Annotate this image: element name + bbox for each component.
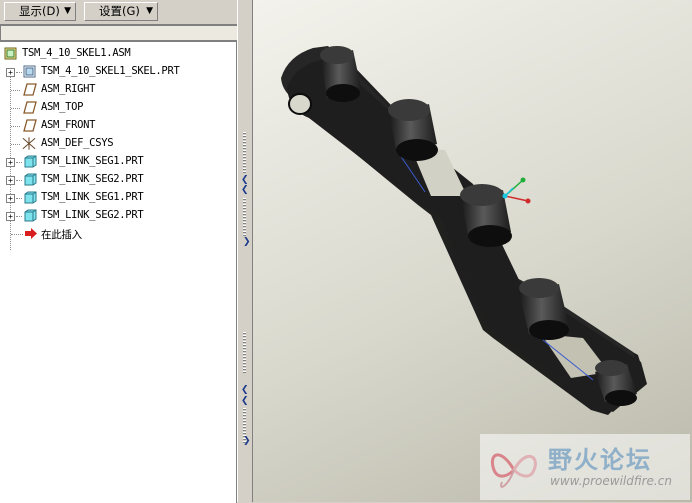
expand-icon[interactable]: + — [6, 212, 15, 221]
tree-connector — [11, 90, 20, 91]
tree-item-label: ASM_DEF_CSYS — [41, 137, 114, 149]
assembly-icon — [4, 47, 17, 60]
tree-item-label: ASM_TOP — [41, 101, 84, 113]
watermark: 野火论坛 www.proewildfire.cn — [480, 434, 690, 500]
tree-connector — [16, 72, 22, 73]
tree-item-label: ASM_RIGHT — [41, 83, 96, 95]
tree-item-link-seg2[interactable]: + TSM_LINK_SEG2.PRT — [0, 171, 236, 189]
datum-plane-icon — [23, 119, 37, 132]
chain-assembly-model — [281, 46, 647, 415]
tree-item-datum-top[interactable]: ASM_TOP — [0, 99, 236, 117]
tree-item-datum-front[interactable]: ASM_FRONT — [0, 117, 236, 135]
tree-item-label: TSM_LINK_SEG1.PRT — [41, 191, 144, 203]
show-menu-button[interactable]: 显示(D) ▼ — [4, 2, 76, 21]
watermark-title: 野火论坛 — [548, 446, 652, 474]
tree-connector — [11, 108, 20, 109]
tree-item-csys[interactable]: ASM_DEF_CSYS — [0, 135, 236, 153]
roller — [320, 46, 361, 102]
collapse-left-arrow-icon[interactable]: ❮ — [241, 186, 249, 195]
tree-connector — [16, 198, 22, 199]
model-tree[interactable]: TSM_4_10_SKEL1.ASM + TSM_4_10_SKEL1_SKEL… — [0, 41, 237, 503]
datum-plane-icon — [23, 83, 37, 96]
settings-menu-button[interactable]: 设置(G) ▼ — [84, 2, 158, 21]
chevron-down-icon: ▼ — [64, 6, 71, 16]
expand-icon[interactable]: + — [6, 194, 15, 203]
tree-item-label: TSM_LINK_SEG1.PRT — [41, 155, 144, 167]
splitter-grip[interactable] — [243, 198, 246, 236]
tree-item-label: TSM_4_10_SKEL1_SKEL.PRT — [41, 65, 180, 77]
part-icon — [24, 191, 37, 204]
tree-item-label: TSM_LINK_SEG2.PRT — [41, 173, 144, 185]
datum-plane-icon — [23, 101, 37, 114]
expand-icon[interactable]: + — [6, 68, 15, 77]
tree-item-link-seg2-b[interactable]: + TSM_LINK_SEG2.PRT — [0, 207, 236, 225]
tree-item-insert-here[interactable]: 在此插入 — [0, 225, 236, 243]
tree-item-label: 在此插入 — [41, 229, 82, 241]
tree-item-datum-right[interactable]: ASM_RIGHT — [0, 81, 236, 99]
tree-item-link-seg1[interactable]: + TSM_LINK_SEG1.PRT — [0, 153, 236, 171]
part-icon — [24, 155, 37, 168]
tree-connector — [16, 162, 22, 163]
tree-item-root-assembly[interactable]: TSM_4_10_SKEL1.ASM — [0, 45, 236, 63]
tree-connector — [16, 180, 22, 181]
tree-connector — [11, 234, 23, 235]
watermark-url: www.proewildfire.cn — [550, 474, 672, 488]
expand-right-arrow-icon[interactable]: ❯ — [243, 437, 251, 446]
panel-splitter[interactable]: ❮ ❮ ❯ ❮ ❮ ❯ — [237, 0, 253, 502]
collapse-left-arrow-icon[interactable]: ❮ — [241, 397, 249, 406]
settings-menu-label: 设置(G) — [99, 4, 140, 18]
tree-header-strip — [0, 25, 237, 41]
tree-connector — [16, 216, 22, 217]
expand-right-arrow-icon[interactable]: ❯ — [243, 238, 251, 247]
tree-connector — [11, 144, 20, 145]
model-tree-toolbar: 显示(D) ▼ 设置(G) ▼ — [0, 0, 238, 25]
butterfly-logo-icon — [491, 453, 537, 488]
collapse-left-arrow-icon[interactable]: ❮ — [241, 176, 249, 185]
part-icon — [24, 173, 37, 186]
tree-item-link-seg1-b[interactable]: + TSM_LINK_SEG1.PRT — [0, 189, 236, 207]
tree-item-label: ASM_FRONT — [41, 119, 96, 131]
chevron-down-icon: ▼ — [146, 6, 153, 16]
expand-icon[interactable]: + — [6, 158, 15, 167]
show-menu-label: 显示(D) — [19, 4, 60, 18]
graphics-viewport[interactable] — [253, 0, 692, 502]
splitter-grip[interactable] — [243, 132, 246, 174]
tree-item-label: TSM_LINK_SEG2.PRT — [41, 209, 144, 221]
tree-connector — [11, 126, 20, 127]
expand-icon[interactable]: + — [6, 176, 15, 185]
part-icon — [24, 209, 37, 222]
tree-item-skeleton[interactable]: + TSM_4_10_SKEL1_SKEL.PRT — [0, 63, 236, 81]
coordinate-system-icon — [22, 137, 36, 150]
splitter-grip[interactable] — [243, 332, 246, 374]
tree-item-label: TSM_4_10_SKEL1.ASM — [22, 47, 131, 59]
insert-here-arrow-icon — [25, 228, 37, 239]
skeleton-part-icon — [23, 65, 36, 78]
csys-triad — [502, 177, 531, 204]
collapse-left-arrow-icon[interactable]: ❮ — [241, 386, 249, 395]
